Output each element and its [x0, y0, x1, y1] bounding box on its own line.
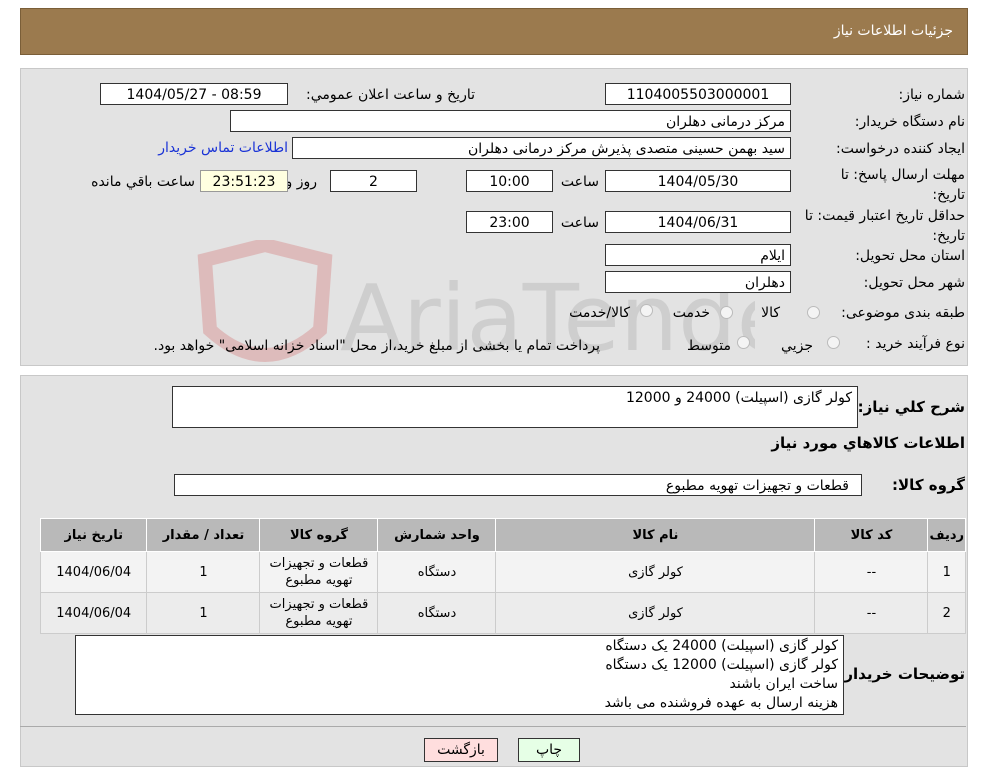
need-number-field: 1104005503000001	[605, 83, 791, 105]
summary-textarea[interactable]: کولر گازی (اسپیلت) 24000 و 12000	[172, 386, 858, 428]
cell-name: کولر گازی	[495, 551, 816, 593]
days-label: روز و	[285, 174, 318, 190]
announce-field: 1404/05/27 - 08:59	[100, 83, 288, 105]
validity-label: حداقل تاریخ اعتبار قیمت: تا تاریخ:	[804, 208, 965, 244]
table-header-row: رديف کد کالا نام کالا واحد شمارش گروه کا…	[39, 518, 966, 552]
province-field: ایلام	[605, 244, 791, 266]
col-group: گروه کالا	[259, 518, 379, 552]
category-service-label: خدمت	[672, 305, 710, 321]
need-number-label: شماره نیاز:	[898, 87, 966, 103]
cell-name: کولر گازی	[495, 592, 816, 634]
goods-info-title: اطلاعات کالاهاي مورد نياز	[771, 434, 965, 452]
cell-date: 1404/06/04	[39, 551, 148, 593]
validity-date-field: 1404/06/31	[605, 211, 791, 233]
cell-group: قطعات و تجهیزات تهویه مطبوع	[259, 551, 379, 593]
cell-qty: 1	[146, 551, 261, 593]
note-line: ساخت ایران باشند	[729, 676, 838, 692]
city-label: شهر محل تحويل:	[863, 275, 965, 291]
remaining-label: ساعت باقي مانده	[91, 174, 195, 190]
note-line: هزینه ارسال به عهده فروشنده می باشد	[604, 695, 838, 711]
category-label: طبقه بندی موضوعی:	[841, 305, 965, 321]
cell-unit: دستگاه	[377, 551, 497, 593]
buyer-notes-textarea[interactable]: کولر گازی (اسپیلت) 24000 یک دستگاه کولر …	[75, 635, 844, 715]
category-radio-service[interactable]	[720, 306, 733, 319]
cell-row: 1	[927, 551, 966, 593]
table-row: 1 -- کولر گازی دستگاه قطعات و تجهیزات ته…	[39, 551, 966, 593]
province-label: استان محل تحويل:	[855, 248, 965, 264]
col-unit: واحد شمارش	[377, 518, 497, 552]
process-radio-medium[interactable]	[737, 336, 750, 349]
process-note: پرداخت تمام یا بخشی از مبلغ خرید،از محل …	[153, 338, 600, 354]
creator-label: ايجاد کننده درخواست:	[836, 141, 965, 157]
col-qty: تعداد / مقدار	[146, 518, 261, 552]
page-title: جزئیات اطلاعات نیاز	[833, 23, 953, 39]
deadline-hour-label: ساعت	[560, 174, 599, 190]
deadline-time-field: 10:00	[466, 170, 553, 192]
note-line: کولر گازی (اسپیلت) 24000 یک دستگاه	[605, 638, 838, 654]
category-goods-label: کالا	[761, 305, 780, 321]
deadline-label: مهلت ارسال پاسخ: تا تاریخ:	[840, 167, 965, 203]
creator-field: سید بهمن حسینی متصدی پذیرش مرکز درمانی د…	[292, 137, 791, 159]
back-button[interactable]: بازگشت	[424, 738, 498, 762]
process-minor-label: جزيي	[781, 338, 813, 354]
cell-unit: دستگاه	[377, 592, 497, 634]
validity-time-field: 23:00	[466, 211, 553, 233]
cell-code: --	[814, 592, 929, 634]
col-code: کد کالا	[814, 518, 929, 552]
note-line: کولر گازی (اسپیلت) 12000 یک دستگاه	[605, 657, 838, 673]
category-radio-both[interactable]	[640, 304, 653, 317]
validity-hour-label: ساعت	[560, 215, 599, 231]
buyer-contact-link[interactable]: اطلاعات تماس خريدار	[158, 140, 288, 156]
group-label: گروه کالا:	[892, 476, 965, 494]
cell-date: 1404/06/04	[39, 592, 148, 634]
days-field: 2	[330, 170, 417, 192]
goods-table: رديف کد کالا نام کالا واحد شمارش گروه کا…	[39, 518, 966, 634]
city-field: دهلران	[605, 271, 791, 293]
cell-code: --	[814, 551, 929, 593]
page-header: جزئیات اطلاعات نیاز	[20, 8, 968, 55]
cell-row: 2	[927, 592, 966, 634]
cell-qty: 1	[146, 592, 261, 634]
remaining-time-field: 23:51:23	[200, 170, 288, 192]
divider	[20, 726, 966, 727]
table-row: 2 -- کولر گازی دستگاه قطعات و تجهیزات ته…	[39, 592, 966, 634]
page: جزئیات اطلاعات نیاز AriaTender.neT شماره…	[0, 0, 985, 783]
category-radio-goods[interactable]	[807, 306, 820, 319]
buyer-org-field: مرکز درمانی دهلران	[230, 110, 791, 132]
col-row: رديف	[927, 518, 966, 552]
buyer-notes-label: توضيحات خريدار:	[838, 665, 965, 683]
buyer-org-label: نام دستگاه خريدار:	[854, 114, 965, 130]
summary-label: شرح کلي نياز:	[857, 398, 965, 416]
category-both-label: کالا/خدمت	[569, 305, 630, 321]
cell-group: قطعات و تجهیزات تهویه مطبوع	[259, 592, 379, 634]
col-name: نام کالا	[495, 518, 816, 552]
announce-label: تاریخ و ساعت اعلان عمومي:	[306, 87, 475, 103]
col-date: تاريخ نياز	[39, 518, 148, 552]
process-medium-label: متوسط	[687, 338, 731, 354]
print-button[interactable]: چاپ	[518, 738, 580, 762]
process-radio-minor[interactable]	[827, 336, 840, 349]
group-field: قطعات و تجهیزات تهویه مطبوع	[174, 474, 862, 496]
process-label: نوع فرآيند خريد :	[866, 336, 965, 352]
deadline-date-field: 1404/05/30	[605, 170, 791, 192]
